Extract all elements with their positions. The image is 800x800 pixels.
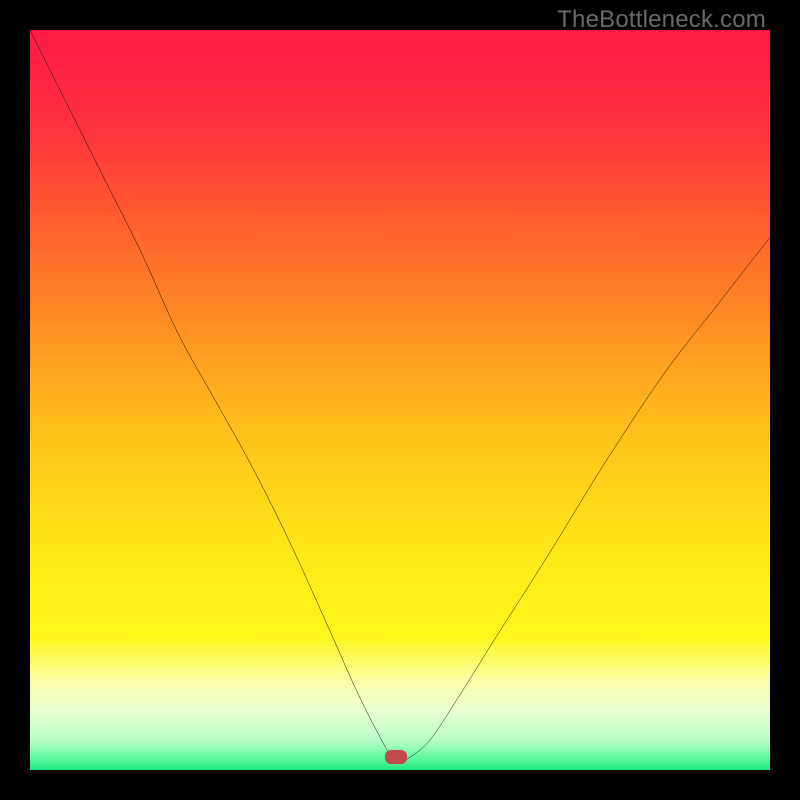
plot-area [30, 30, 770, 770]
chart-frame: TheBottleneck.com [0, 0, 800, 800]
bottleneck-curve [30, 30, 770, 770]
optimal-marker [385, 750, 407, 764]
watermark-text: TheBottleneck.com [557, 6, 766, 34]
